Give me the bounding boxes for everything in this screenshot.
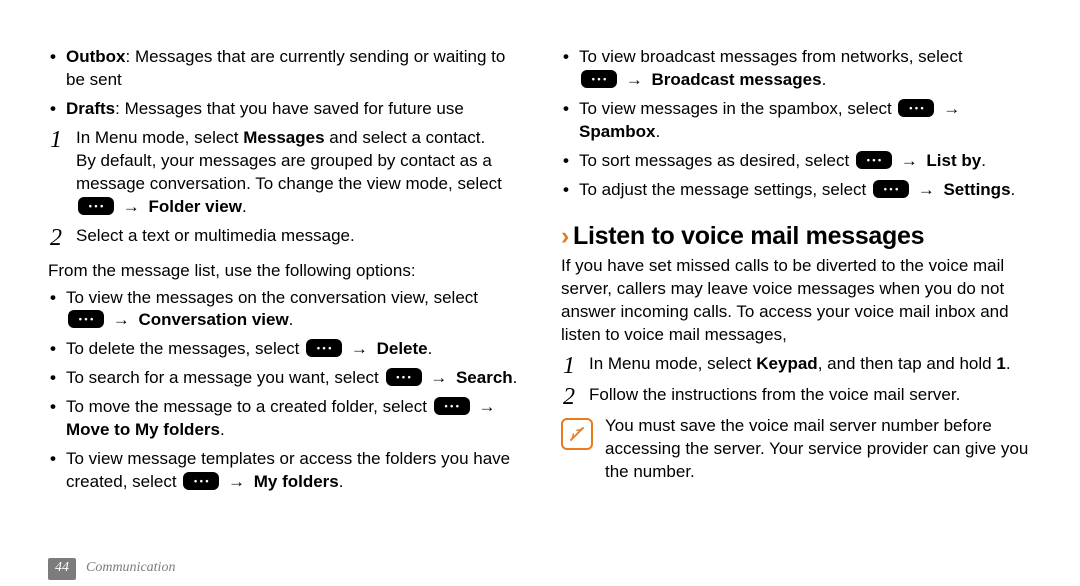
bullet-conversation-view: To view the messages on the conversation… (48, 287, 519, 333)
page-footer: 44 Communication (48, 558, 175, 580)
keypad-label: Keypad (756, 354, 817, 373)
period: . (981, 151, 986, 170)
bullet-broadcast: To view broadcast messages from networks… (561, 46, 1032, 92)
arrow: → (226, 471, 249, 494)
spambox-label: Spambox (579, 122, 656, 141)
key-1-label: 1 (996, 354, 1005, 373)
spam-a: To view messages in the spambox, select (579, 99, 896, 118)
note-icon (561, 418, 593, 450)
note-text: You must save the voice mail server numb… (605, 415, 1032, 484)
bullet-list-by: To sort messages as desired, select → Li… (561, 150, 1032, 173)
voice-mail-heading: ›Listen to voice mail messages (561, 220, 1032, 254)
heading-text: Listen to voice mail messages (573, 222, 924, 250)
bullet-drafts: Drafts: Messages that you have saved for… (48, 98, 519, 121)
arrow: → (121, 196, 144, 219)
more-options-icon (873, 180, 909, 198)
bullet-settings: To adjust the message settings, select →… (561, 179, 1032, 202)
move-a: To move the message to a created folder,… (66, 397, 432, 416)
more-options-icon (581, 70, 617, 88)
bullet-spambox: To view messages in the spambox, select … (561, 98, 1032, 144)
settings-label: Settings (939, 180, 1011, 199)
del-a: To delete the messages, select (66, 339, 304, 358)
more-options-icon (386, 368, 422, 386)
more-options-icon (306, 339, 342, 357)
step-number-2: 2 (50, 225, 76, 250)
step1-a: In Menu mode, select (76, 128, 243, 147)
page-number: 44 (48, 558, 76, 580)
period: . (339, 472, 344, 491)
move-label: Move to My folders (66, 420, 220, 439)
step-1: 1 In Menu mode, select Messages and sele… (48, 127, 519, 219)
drafts-label: Drafts (66, 99, 115, 118)
folder-view-label: Folder view (144, 197, 242, 216)
bullet-templates: To view message templates or access the … (48, 448, 519, 494)
note-box: You must save the voice mail server numb… (561, 415, 1032, 484)
broadcast-a: To view broadcast messages from networks… (579, 47, 963, 66)
bullet-move: To move the message to a created folder,… (48, 396, 519, 442)
more-options-icon (856, 151, 892, 169)
period: . (428, 339, 433, 358)
bullet-outbox: Outbox: Messages that are currently send… (48, 46, 519, 92)
more-options-icon (183, 472, 219, 490)
broadcast-label: Broadcast messages (647, 70, 822, 89)
arrow: → (916, 179, 939, 202)
vm2-text: Follow the instructions from the voice m… (589, 384, 1032, 407)
search-label: Search (456, 368, 513, 387)
period: . (513, 368, 518, 387)
outbox-desc: : Messages that are currently sending or… (66, 47, 505, 89)
drafts-desc: : Messages that you have saved for futur… (115, 99, 464, 118)
arrow: → (349, 338, 372, 361)
step-2: 2 Select a text or multimedia message. (48, 225, 519, 250)
arrow: → (476, 396, 499, 419)
period: . (1011, 180, 1016, 199)
bullet-delete: To delete the messages, select → Delete. (48, 338, 519, 361)
arrow: → (111, 309, 134, 332)
bullet-search: To search for a message you want, select… (48, 367, 519, 390)
vm-step-2: 2 Follow the instructions from the voice… (561, 384, 1032, 409)
step2-text: Select a text or multimedia message. (76, 225, 519, 248)
right-column: To view broadcast messages from networks… (561, 46, 1032, 578)
arrow: → (624, 69, 647, 92)
vm1-a: In Menu mode, select (589, 354, 756, 373)
step-number-1: 1 (50, 127, 76, 152)
period: . (220, 420, 225, 439)
outbox-label: Outbox (66, 47, 126, 66)
step1-b: Messages (243, 128, 324, 147)
left-column: Outbox: Messages that are currently send… (48, 46, 519, 578)
arrow: → (428, 367, 451, 390)
vm-step-1: 1 In Menu mode, select Keypad, and then … (561, 353, 1032, 378)
more-options-icon (68, 310, 104, 328)
period: . (822, 70, 827, 89)
more-options-icon (898, 99, 934, 117)
period: . (656, 122, 661, 141)
conv-a: To view the messages on the conversation… (66, 288, 478, 307)
step-number-1: 1 (563, 353, 589, 378)
step1-body: By default, your messages are grouped by… (76, 151, 502, 193)
arrow: → (899, 150, 922, 173)
more-options-icon (78, 197, 114, 215)
period: . (242, 197, 247, 216)
chevron-right-icon: › (561, 222, 569, 250)
list-intro: From the message list, use the following… (48, 260, 519, 283)
step-number-2: 2 (563, 384, 589, 409)
my-folders-label: My folders (249, 472, 339, 491)
search-a: To search for a message you want, select (66, 368, 384, 387)
conversation-view-label: Conversation view (134, 310, 289, 329)
step1-c: and select a contact. (325, 128, 486, 147)
delete-label: Delete (372, 339, 428, 358)
settings-a: To adjust the message settings, select (579, 180, 871, 199)
voice-mail-intro: If you have set missed calls to be diver… (561, 255, 1032, 347)
period: . (289, 310, 294, 329)
list-by-label: List by (922, 151, 982, 170)
more-options-icon (434, 397, 470, 415)
arrow: → (941, 98, 964, 121)
manual-page: Outbox: Messages that are currently send… (0, 0, 1080, 586)
sort-a: To sort messages as desired, select (579, 151, 854, 170)
vm1-e: . (1006, 354, 1011, 373)
vm1-c: , and then tap and hold (818, 354, 997, 373)
section-name: Communication (86, 559, 175, 578)
